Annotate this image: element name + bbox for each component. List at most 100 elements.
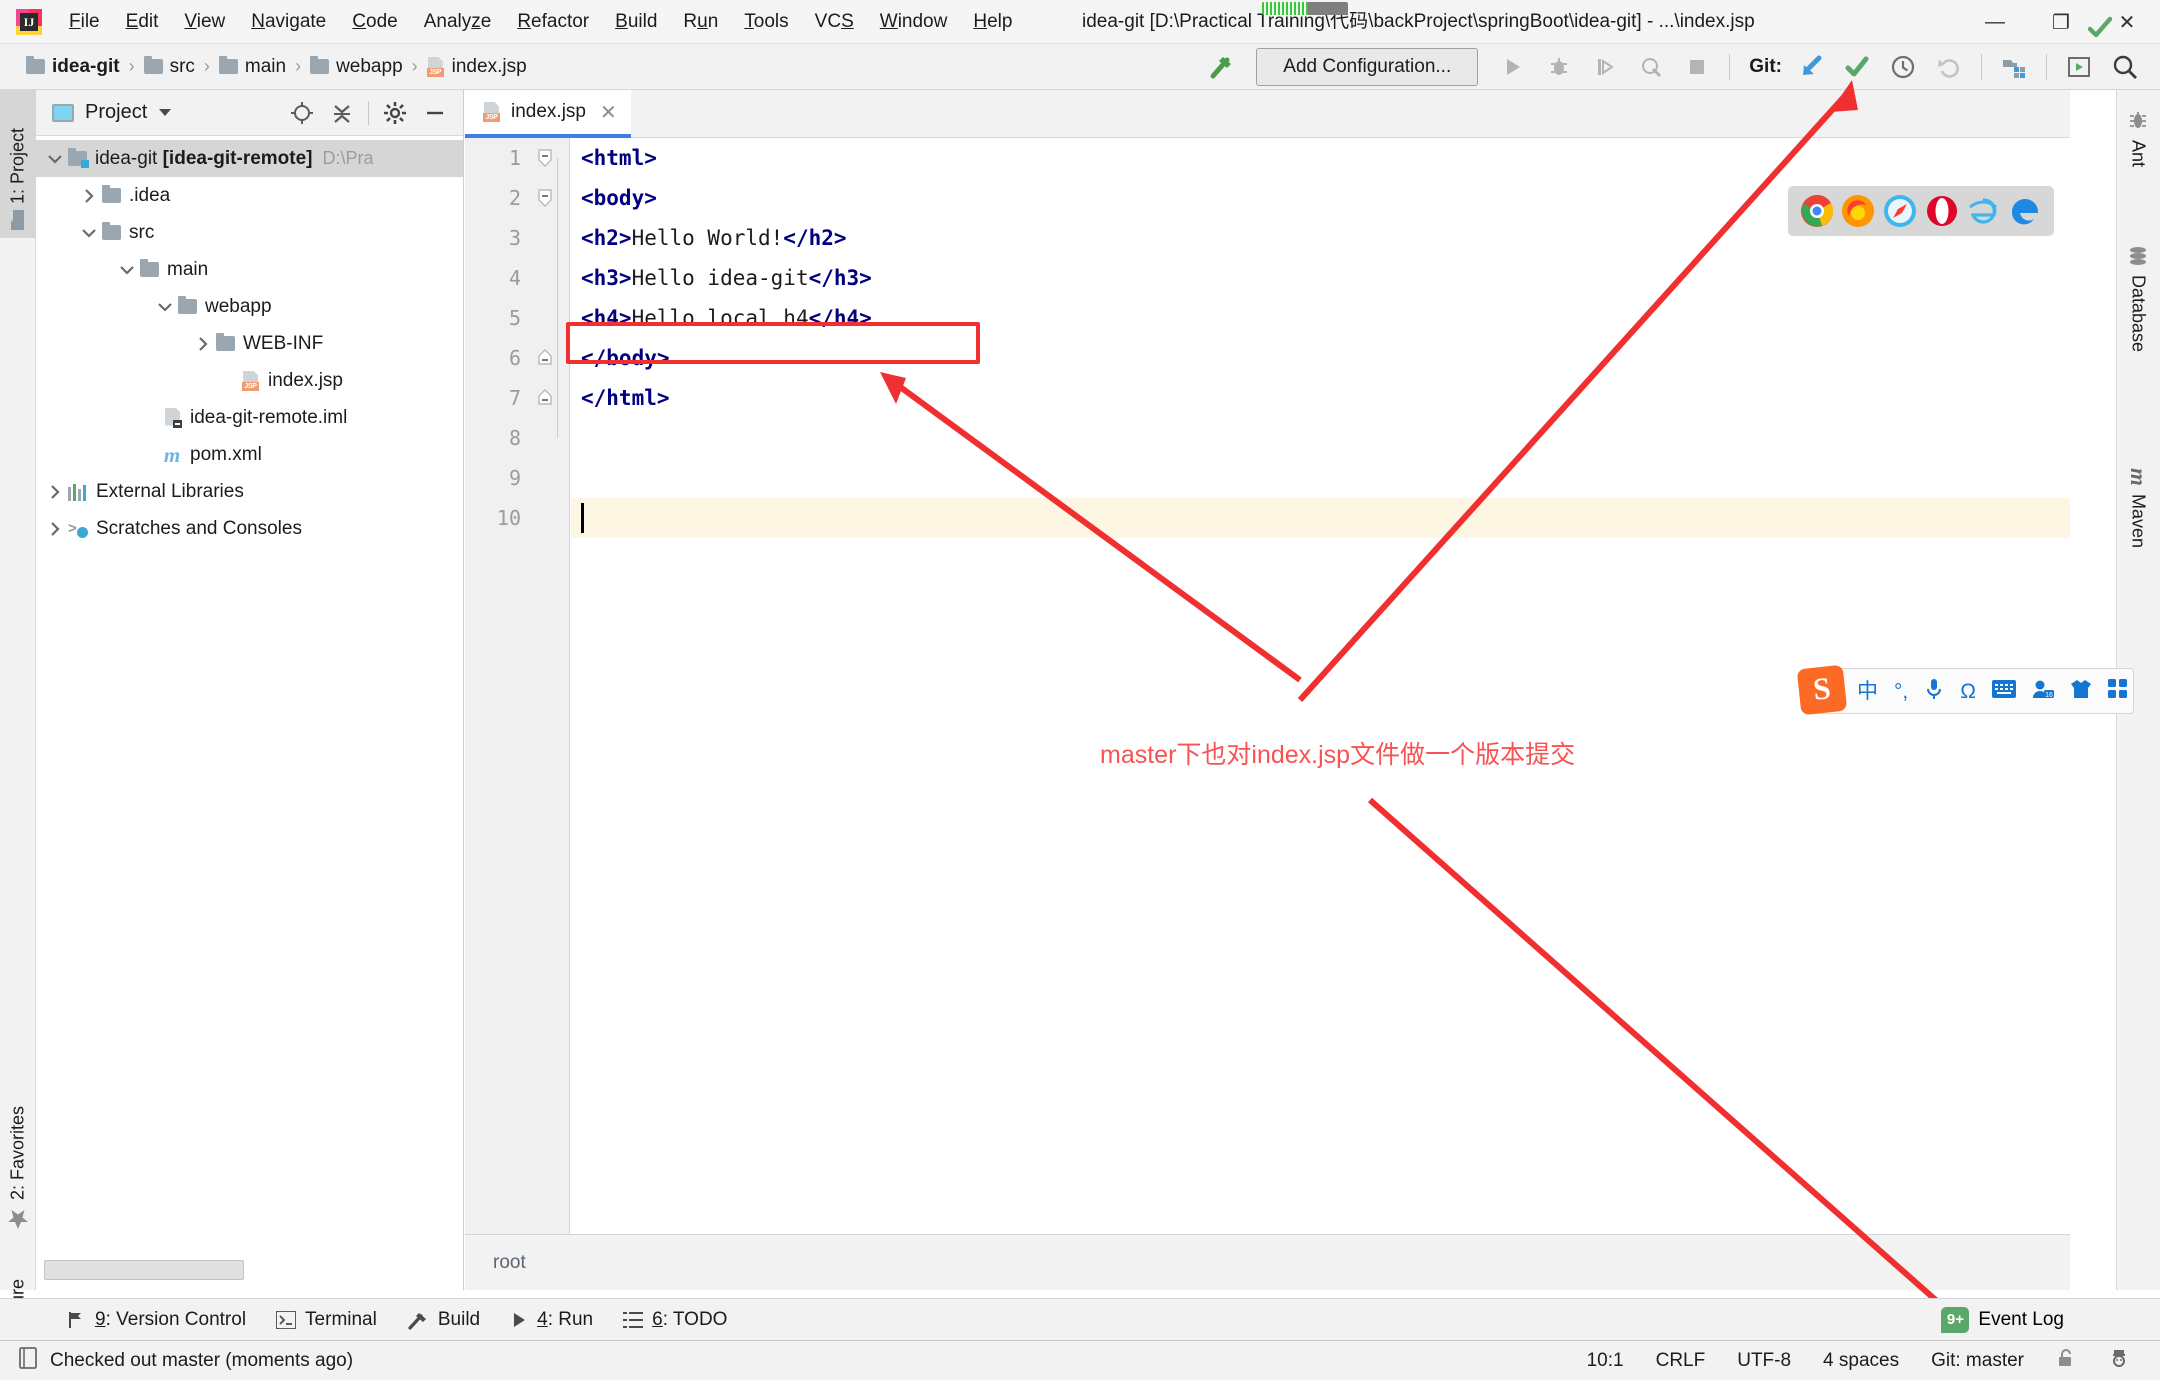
- tree-node-index-jsp[interactable]: JSP index.jsp: [36, 362, 463, 399]
- maximize-button[interactable]: ❐: [2028, 0, 2094, 44]
- hide-icon[interactable]: [415, 93, 455, 133]
- tree-node-idea-dir[interactable]: .idea: [36, 177, 463, 214]
- menu-item-code[interactable]: Code: [339, 0, 410, 44]
- ime-skin-icon[interactable]: [2070, 679, 2092, 703]
- sidebar-item-database[interactable]: Database: [2116, 235, 2160, 445]
- git-update-project-button[interactable]: [1788, 47, 1834, 87]
- run-button[interactable]: [1490, 47, 1536, 87]
- chevron-down-icon[interactable]: [159, 109, 172, 116]
- power-save-hat-icon[interactable]: [2092, 1348, 2146, 1374]
- profile-button[interactable]: [1628, 47, 1674, 87]
- indent-setting[interactable]: 4 spaces: [1807, 1350, 1915, 1372]
- add-configuration-button[interactable]: Add Configuration...: [1256, 47, 1479, 86]
- git-branch[interactable]: Git: master: [1915, 1350, 2040, 1372]
- git-commit-button[interactable]: [1834, 47, 1880, 87]
- ime-apps-icon[interactable]: [2107, 679, 2128, 703]
- firefox-icon[interactable]: [1841, 194, 1875, 228]
- ime-punctuation-mode[interactable]: °,: [1894, 681, 1908, 702]
- tool-window-build[interactable]: Build: [407, 1309, 480, 1331]
- tree-node-iml[interactable]: idea-git-remote.iml: [36, 399, 463, 436]
- build-hammer-button[interactable]: [1198, 47, 1244, 87]
- chevron-down-icon[interactable]: [42, 154, 68, 164]
- ie-icon[interactable]: [1966, 194, 2000, 228]
- tool-window-run[interactable]: 4: Run: [510, 1309, 593, 1331]
- tree-node-idea-git[interactable]: idea-git [idea-git-remote] D:\Pra: [36, 140, 463, 177]
- ime-user-icon[interactable]: 16: [2032, 679, 2054, 703]
- debug-button[interactable]: [1536, 47, 1582, 87]
- chevron-right-icon[interactable]: [42, 521, 68, 536]
- fold-collapse-icon[interactable]: [535, 178, 555, 218]
- edge-icon[interactable]: [2008, 194, 2042, 228]
- menu-item-analyze[interactable]: Analyze: [411, 0, 505, 44]
- lock-icon[interactable]: [2040, 1348, 2092, 1374]
- tree-node-external-libraries[interactable]: External Libraries: [36, 473, 463, 510]
- tree-node-src[interactable]: src: [36, 214, 463, 251]
- breadcrumb-item-main[interactable]: main: [218, 56, 286, 78]
- run-with-coverage-button[interactable]: [1582, 47, 1628, 87]
- breadcrumb-item-project[interactable]: idea-git: [26, 56, 120, 78]
- fold-collapse-icon[interactable]: [535, 138, 555, 178]
- breadcrumb-item-index-jsp[interactable]: JSP index.jsp: [426, 56, 527, 78]
- close-icon[interactable]: ✕: [600, 100, 617, 125]
- message-log-icon[interactable]: [18, 1346, 38, 1375]
- tool-window-todo[interactable]: 6: TODO: [623, 1309, 727, 1331]
- breadcrumb-item-src[interactable]: src: [143, 56, 195, 78]
- chevron-down-icon[interactable]: [76, 228, 102, 238]
- git-rollback-button[interactable]: [1926, 47, 1972, 87]
- tree-node-scratches-and-consoles[interactable]: > Scratches and Consoles: [36, 510, 463, 547]
- chevron-down-icon[interactable]: [114, 265, 140, 275]
- chevron-right-icon[interactable]: [76, 188, 102, 203]
- ime-mic-icon[interactable]: [1924, 678, 1944, 704]
- menu-item-tools[interactable]: Tools: [731, 0, 801, 44]
- settings-gear-icon[interactable]: [375, 93, 415, 133]
- git-history-button[interactable]: [1880, 47, 1926, 87]
- tool-window-terminal[interactable]: Terminal: [276, 1309, 377, 1331]
- ime-keyboard-icon[interactable]: [1991, 680, 2016, 702]
- sidebar-item-ant[interactable]: Ant: [2116, 100, 2160, 220]
- inspection-status-ok-icon[interactable]: [2086, 14, 2114, 46]
- event-log-button[interactable]: 9+ Event Log: [1941, 1306, 2064, 1333]
- tool-window-version-control[interactable]: 9: Version Control: [66, 1309, 246, 1331]
- menu-item-run[interactable]: Run: [670, 0, 731, 44]
- menu-item-build[interactable]: Build: [602, 0, 670, 44]
- menu-item-vcs[interactable]: VCS: [802, 0, 867, 44]
- sogou-logo-icon[interactable]: S: [1796, 664, 1848, 716]
- collapse-all-icon[interactable]: [322, 93, 362, 133]
- stop-button[interactable]: [1674, 47, 1720, 87]
- sidebar-item-maven[interactable]: m Maven: [2116, 458, 2160, 618]
- tree-node-web-inf[interactable]: WEB-INF: [36, 325, 463, 362]
- menu-item-navigate[interactable]: Navigate: [238, 0, 339, 44]
- tree-node-pom-xml[interactable]: m pom.xml: [36, 436, 463, 473]
- editor-tab-index-jsp[interactable]: JSP index.jsp ✕: [465, 90, 631, 138]
- chevron-right-icon[interactable]: [42, 484, 68, 499]
- locate-icon[interactable]: [282, 93, 322, 133]
- menu-item-refactor[interactable]: Refactor: [504, 0, 602, 44]
- ime-language-mode[interactable]: 中: [1857, 681, 1878, 702]
- file-encoding[interactable]: UTF-8: [1721, 1350, 1807, 1372]
- menu-item-edit[interactable]: Edit: [113, 0, 172, 44]
- ime-symbol-icon[interactable]: Ω: [1960, 681, 1976, 702]
- project-panel-horizontal-scrollbar[interactable]: [44, 1260, 244, 1280]
- line-separator[interactable]: CRLF: [1640, 1350, 1722, 1372]
- caret-position[interactable]: 10:1: [1571, 1350, 1640, 1372]
- breadcrumb-item-webapp[interactable]: webapp: [310, 56, 403, 78]
- editor-gutter[interactable]: 1 2 3 4 5 6 7 8 9 10: [465, 138, 570, 1234]
- menu-item-help[interactable]: Help: [960, 0, 1025, 44]
- chrome-icon[interactable]: [1800, 194, 1834, 228]
- editor-breadcrumb-root[interactable]: root: [493, 1252, 526, 1274]
- menu-item-file[interactable]: File: [56, 0, 113, 44]
- fold-end-icon[interactable]: [535, 378, 555, 418]
- chevron-right-icon[interactable]: [190, 336, 216, 351]
- project-structure-button[interactable]: [1991, 47, 2037, 87]
- tree-node-main[interactable]: main: [36, 251, 463, 288]
- select-opened-file-button[interactable]: [2056, 47, 2102, 87]
- search-everywhere-button[interactable]: [2102, 47, 2148, 87]
- opera-icon[interactable]: [1925, 194, 1959, 228]
- sidebar-item-project[interactable]: 1: Project: [0, 90, 36, 238]
- chevron-down-icon[interactable]: [152, 302, 178, 312]
- tree-node-webapp[interactable]: webapp: [36, 288, 463, 325]
- minimize-button[interactable]: —: [1962, 0, 2028, 44]
- fold-end-icon[interactable]: [535, 338, 555, 378]
- safari-icon[interactable]: [1883, 194, 1917, 228]
- menu-item-view[interactable]: View: [171, 0, 238, 44]
